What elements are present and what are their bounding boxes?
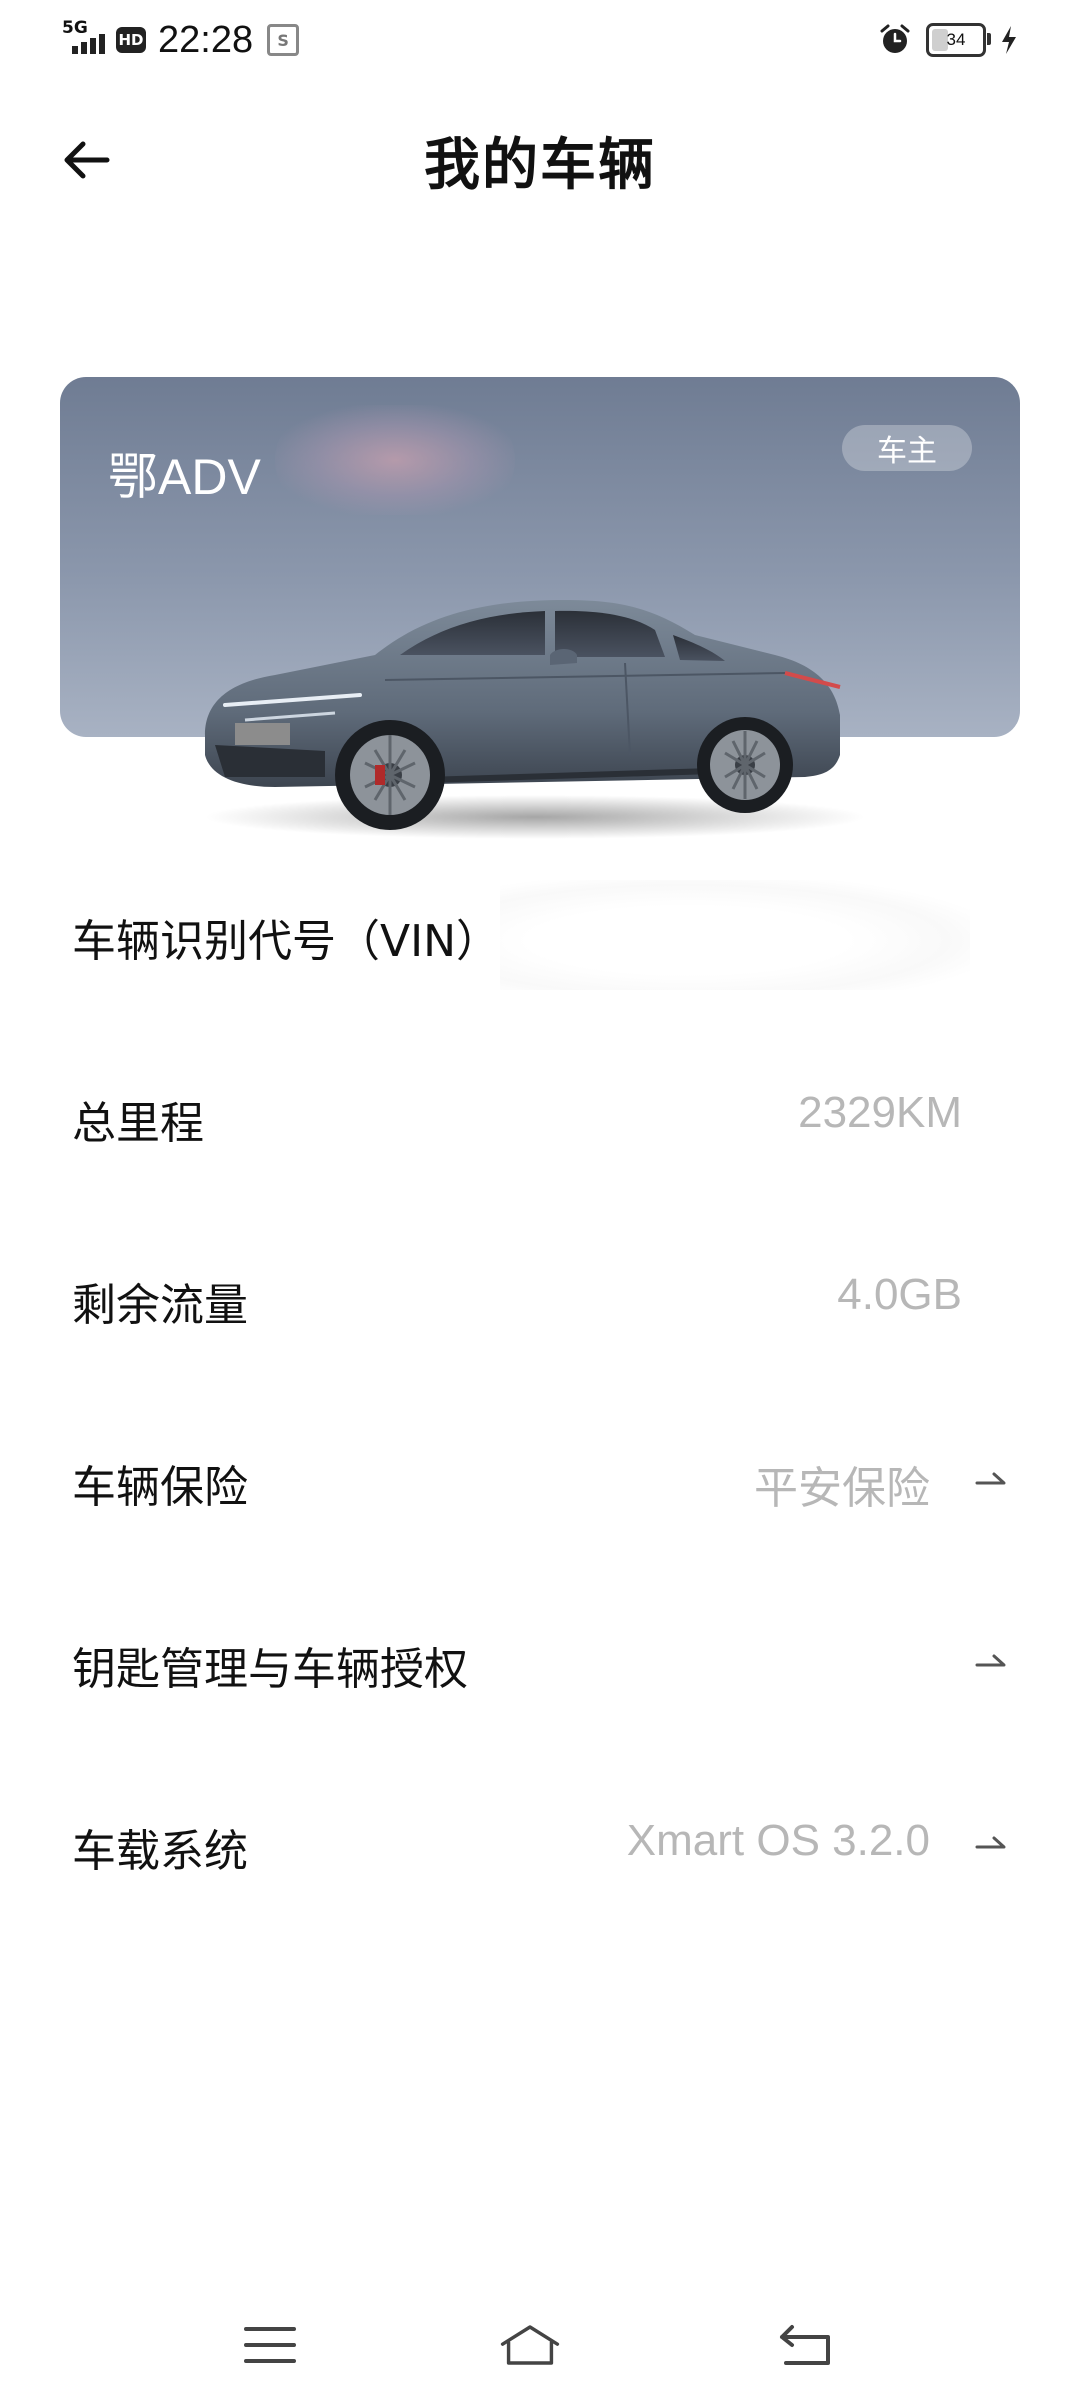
battery-level: 34: [946, 30, 966, 49]
key-management-row[interactable]: 钥匙管理与车辆授权: [0, 1608, 1080, 1708]
infotainment-label: 车载系统: [72, 1826, 248, 1877]
home-icon: [500, 2325, 560, 2365]
home-button[interactable]: [500, 2315, 560, 2375]
battery-icon: 34: [926, 23, 991, 57]
charging-icon: [1002, 26, 1016, 54]
car-image: [205, 600, 865, 839]
mileage-value: 2329KM: [798, 1088, 962, 1137]
signal-icon: 5G: [62, 20, 110, 60]
chevron-right-icon: [975, 1654, 1006, 1667]
page-title: 我的车辆: [424, 133, 656, 198]
vin-label: 车辆识别代号（VIN）: [72, 916, 500, 967]
alarm-icon: [880, 24, 910, 53]
status-left: 5G HD 22:28 S: [62, 18, 300, 62]
menu-icon: [244, 2327, 296, 2363]
key-management-label: 钥匙管理与车辆授权: [72, 1644, 468, 1695]
mileage-label: 总里程: [72, 1098, 204, 1149]
insurance-row[interactable]: 车辆保险 平安保险: [0, 1426, 1080, 1526]
system-nav-bar: [0, 2300, 1080, 2390]
back-icon: [780, 2325, 830, 2365]
header: 我的车辆: [0, 100, 1080, 220]
chevron-right-icon: [975, 1836, 1006, 1849]
data-remaining-label: 剩余流量: [72, 1280, 248, 1331]
infotainment-row[interactable]: 车载系统 Xmart OS 3.2.0: [0, 1790, 1080, 1890]
vin-redaction: [500, 880, 970, 990]
infotainment-value: Xmart OS 3.2.0: [626, 1816, 930, 1865]
data-remaining-row: 剩余流量 4.0GB: [0, 1244, 1080, 1344]
data-remaining-value: 4.0GB: [837, 1270, 962, 1319]
menu-button[interactable]: [240, 2315, 300, 2375]
sim-icon: S: [267, 24, 300, 56]
license-plate: 鄂ADV: [108, 449, 261, 505]
insurance-label: 车辆保险: [72, 1462, 248, 1513]
mileage-row: 总里程 2329KM: [0, 1062, 1080, 1162]
chevron-right-icon: [975, 1472, 1006, 1485]
hd-icon: HD: [116, 27, 146, 53]
vin-row: 车辆识别代号（VIN）: [0, 880, 1080, 990]
status-right: 34: [878, 18, 1018, 62]
status-time: 22:28: [158, 18, 254, 61]
owner-badge: 车主: [842, 425, 972, 471]
plate-redaction: [275, 405, 515, 515]
status-bar: 5G HD 22:28 S 34: [0, 0, 1080, 80]
insurance-value: 平安保险: [754, 1463, 930, 1514]
back-nav-button[interactable]: [775, 2315, 835, 2375]
